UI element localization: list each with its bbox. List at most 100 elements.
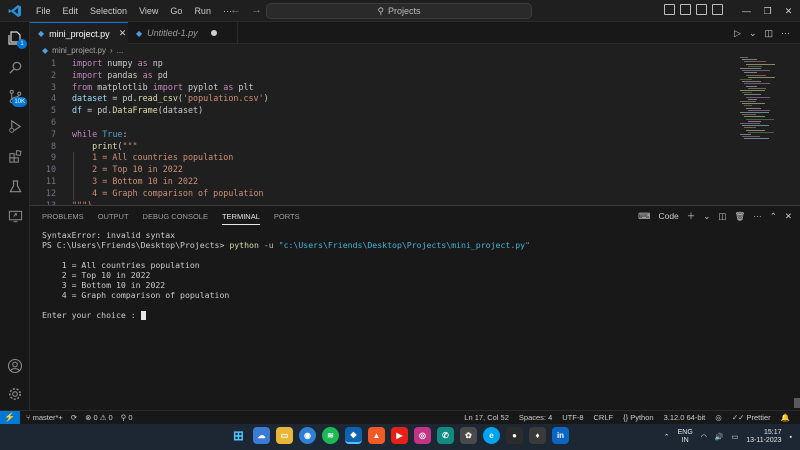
copilot-icon[interactable]: ◎ [715, 411, 722, 424]
menu-go[interactable]: Go [164, 0, 188, 22]
tab-mini-project[interactable]: ◆ mini_project.py ✕ [30, 22, 128, 44]
minimap-line [740, 134, 751, 135]
testing-flask-icon[interactable] [5, 176, 25, 196]
problems-status[interactable]: ⊗ 0 ⚠ 0 [85, 411, 113, 424]
more-actions-icon[interactable]: ··· [753, 211, 762, 221]
forward-arrow-icon[interactable]: → [251, 4, 262, 16]
tray-chevron-icon[interactable]: ⌃ [664, 433, 670, 441]
command-center-search[interactable]: ⚲ Projects [266, 3, 532, 19]
breadcrumb-separator-icon: › [109, 46, 113, 55]
edge-browser-icon[interactable]: e [483, 427, 500, 444]
spotify-icon[interactable]: ≋ [322, 427, 339, 444]
minimap-line [742, 59, 757, 61]
clock[interactable]: 15:17 13-11-2023 [746, 429, 781, 445]
run-python-file-icon[interactable]: ▷ [734, 28, 741, 39]
minimap-line [748, 131, 774, 133]
linkedin-icon[interactable]: in [552, 427, 569, 444]
brave-browser-icon[interactable]: ▲ [368, 427, 385, 444]
volume-icon[interactable]: 🔊 [715, 433, 724, 441]
close-panel-icon[interactable]: ✕ [785, 211, 792, 222]
terminal[interactable]: SyntaxError: invalid syntax PS C:\Users\… [42, 230, 530, 320]
encoding[interactable]: UTF-8 [562, 411, 583, 424]
tab-untitled[interactable]: ◆ Untitled-1.py [128, 22, 238, 44]
menu-view[interactable]: View [133, 0, 164, 22]
minimap-line [744, 72, 757, 74]
close-tab-icon[interactable]: ✕ [119, 28, 127, 39]
sync-icon[interactable]: ⟳ [71, 411, 77, 424]
tab-problems[interactable]: PROBLEMS [42, 212, 84, 225]
file-explorer-icon[interactable]: ▭ [276, 427, 293, 444]
code-line: 9 1 = All countries population [30, 152, 730, 164]
search-view-icon[interactable] [5, 57, 25, 77]
line-number: 10 [45, 164, 56, 175]
youtube-icon[interactable]: ▶ [391, 427, 408, 444]
instagram-icon[interactable]: ◎ [414, 427, 431, 444]
line-number: 4 [50, 93, 56, 104]
end-of-line[interactable]: CRLF [594, 411, 614, 424]
whatsapp-icon[interactable]: ✆ [437, 427, 454, 444]
maximize-panel-icon[interactable]: ⌃ [770, 211, 777, 222]
cursor-position[interactable]: Ln 17, Col 52 [464, 411, 509, 424]
account-icon[interactable] [5, 356, 25, 376]
split-editor-icon[interactable]: ◫ [764, 28, 773, 39]
panel-scrollbar[interactable] [794, 398, 800, 408]
menu-file[interactable]: File [30, 0, 57, 22]
tab-output[interactable]: OUTPUT [98, 212, 129, 225]
prettier-status[interactable]: ✓✓ Prettier [732, 411, 771, 424]
wifi-icon[interactable]: ◠ [701, 433, 707, 441]
run-debug-icon[interactable] [5, 116, 25, 136]
menu-edit[interactable]: Edit [57, 0, 85, 22]
minimize-window-icon[interactable]: — [736, 0, 757, 22]
language-indicator[interactable]: ENG IN [678, 429, 693, 445]
back-arrow-icon[interactable]: ← [230, 4, 241, 16]
restore-window-icon[interactable]: ❐ [757, 0, 778, 22]
remote-explorer-icon[interactable] [5, 206, 25, 226]
split-terminal-icon[interactable]: ◫ [718, 211, 726, 222]
more-actions-icon[interactable]: ··· [781, 28, 790, 38]
source-control-icon[interactable]: 10K [5, 86, 27, 107]
windows-start-icon[interactable]: ⊞ [230, 427, 247, 444]
app-icon[interactable]: ♦ [529, 427, 546, 444]
explorer-icon[interactable]: 1 [5, 28, 27, 49]
run-dropdown-chevron-icon[interactable]: ⌄ [749, 28, 757, 39]
menu-selection[interactable]: Selection [84, 0, 133, 22]
unsaved-dot-icon[interactable] [210, 30, 217, 36]
notification-center-icon[interactable]: ▪ [790, 434, 792, 441]
language-mode[interactable]: {} Python [623, 411, 653, 424]
breadcrumb-file[interactable]: mini_project.py [52, 46, 106, 55]
customize-layout-icon[interactable] [712, 4, 723, 15]
github-icon[interactable]: ● [506, 427, 523, 444]
vscode-taskbar-icon[interactable]: ◆ [345, 427, 362, 444]
terminal-shell-label[interactable]: Code [658, 211, 678, 221]
manage-gear-icon[interactable] [5, 384, 25, 404]
terminal-dropdown-icon[interactable]: ⌄ [703, 211, 710, 222]
extensions-icon[interactable] [5, 146, 25, 166]
breadcrumb-more[interactable]: ... [117, 46, 124, 55]
minimap[interactable] [740, 57, 786, 147]
python-interpreter[interactable]: 3.12.0 64-bit [664, 411, 706, 424]
new-terminal-icon[interactable]: ＋ [687, 210, 696, 222]
ports-status[interactable]: ⚲ 0 [121, 411, 133, 424]
toggle-panel-icon[interactable] [680, 4, 691, 15]
tab-debug-console[interactable]: DEBUG CONSOLE [143, 212, 208, 225]
tab-terminal[interactable]: TERMINAL [221, 212, 260, 225]
chrome-browser-icon[interactable]: ◉ [299, 427, 316, 444]
kill-terminal-icon[interactable]: 🗑 [734, 211, 745, 222]
battery-icon[interactable]: ▭ [732, 433, 739, 441]
notifications-bell-icon[interactable]: 🔔 [781, 411, 790, 424]
remote-indicator-icon[interactable]: ⚡ [0, 411, 20, 425]
toggle-secondary-sidebar-icon[interactable] [696, 4, 707, 15]
git-branch-status[interactable]: ⑂ master*+ [26, 411, 63, 424]
close-window-icon[interactable]: ✕ [778, 0, 799, 22]
code-editor[interactable]: 1 import numpy as np 2 import pandas as pd 3… [30, 57, 800, 205]
menu-run[interactable]: Run [188, 0, 217, 22]
terminal-shell-icon: ⌨ [638, 210, 651, 221]
toggle-primary-sidebar-icon[interactable] [664, 4, 675, 15]
tab-ports[interactable]: PORTS [274, 212, 300, 225]
chatgpt-icon[interactable]: ✿ [460, 427, 477, 444]
terminal-output-line: 3 = Bottom 10 in 2022 [42, 280, 166, 290]
indentation[interactable]: Spaces: 4 [519, 411, 552, 424]
minimap-line [744, 94, 761, 96]
widgets-icon[interactable]: ☁ [253, 427, 270, 444]
minimap-line [746, 129, 765, 131]
